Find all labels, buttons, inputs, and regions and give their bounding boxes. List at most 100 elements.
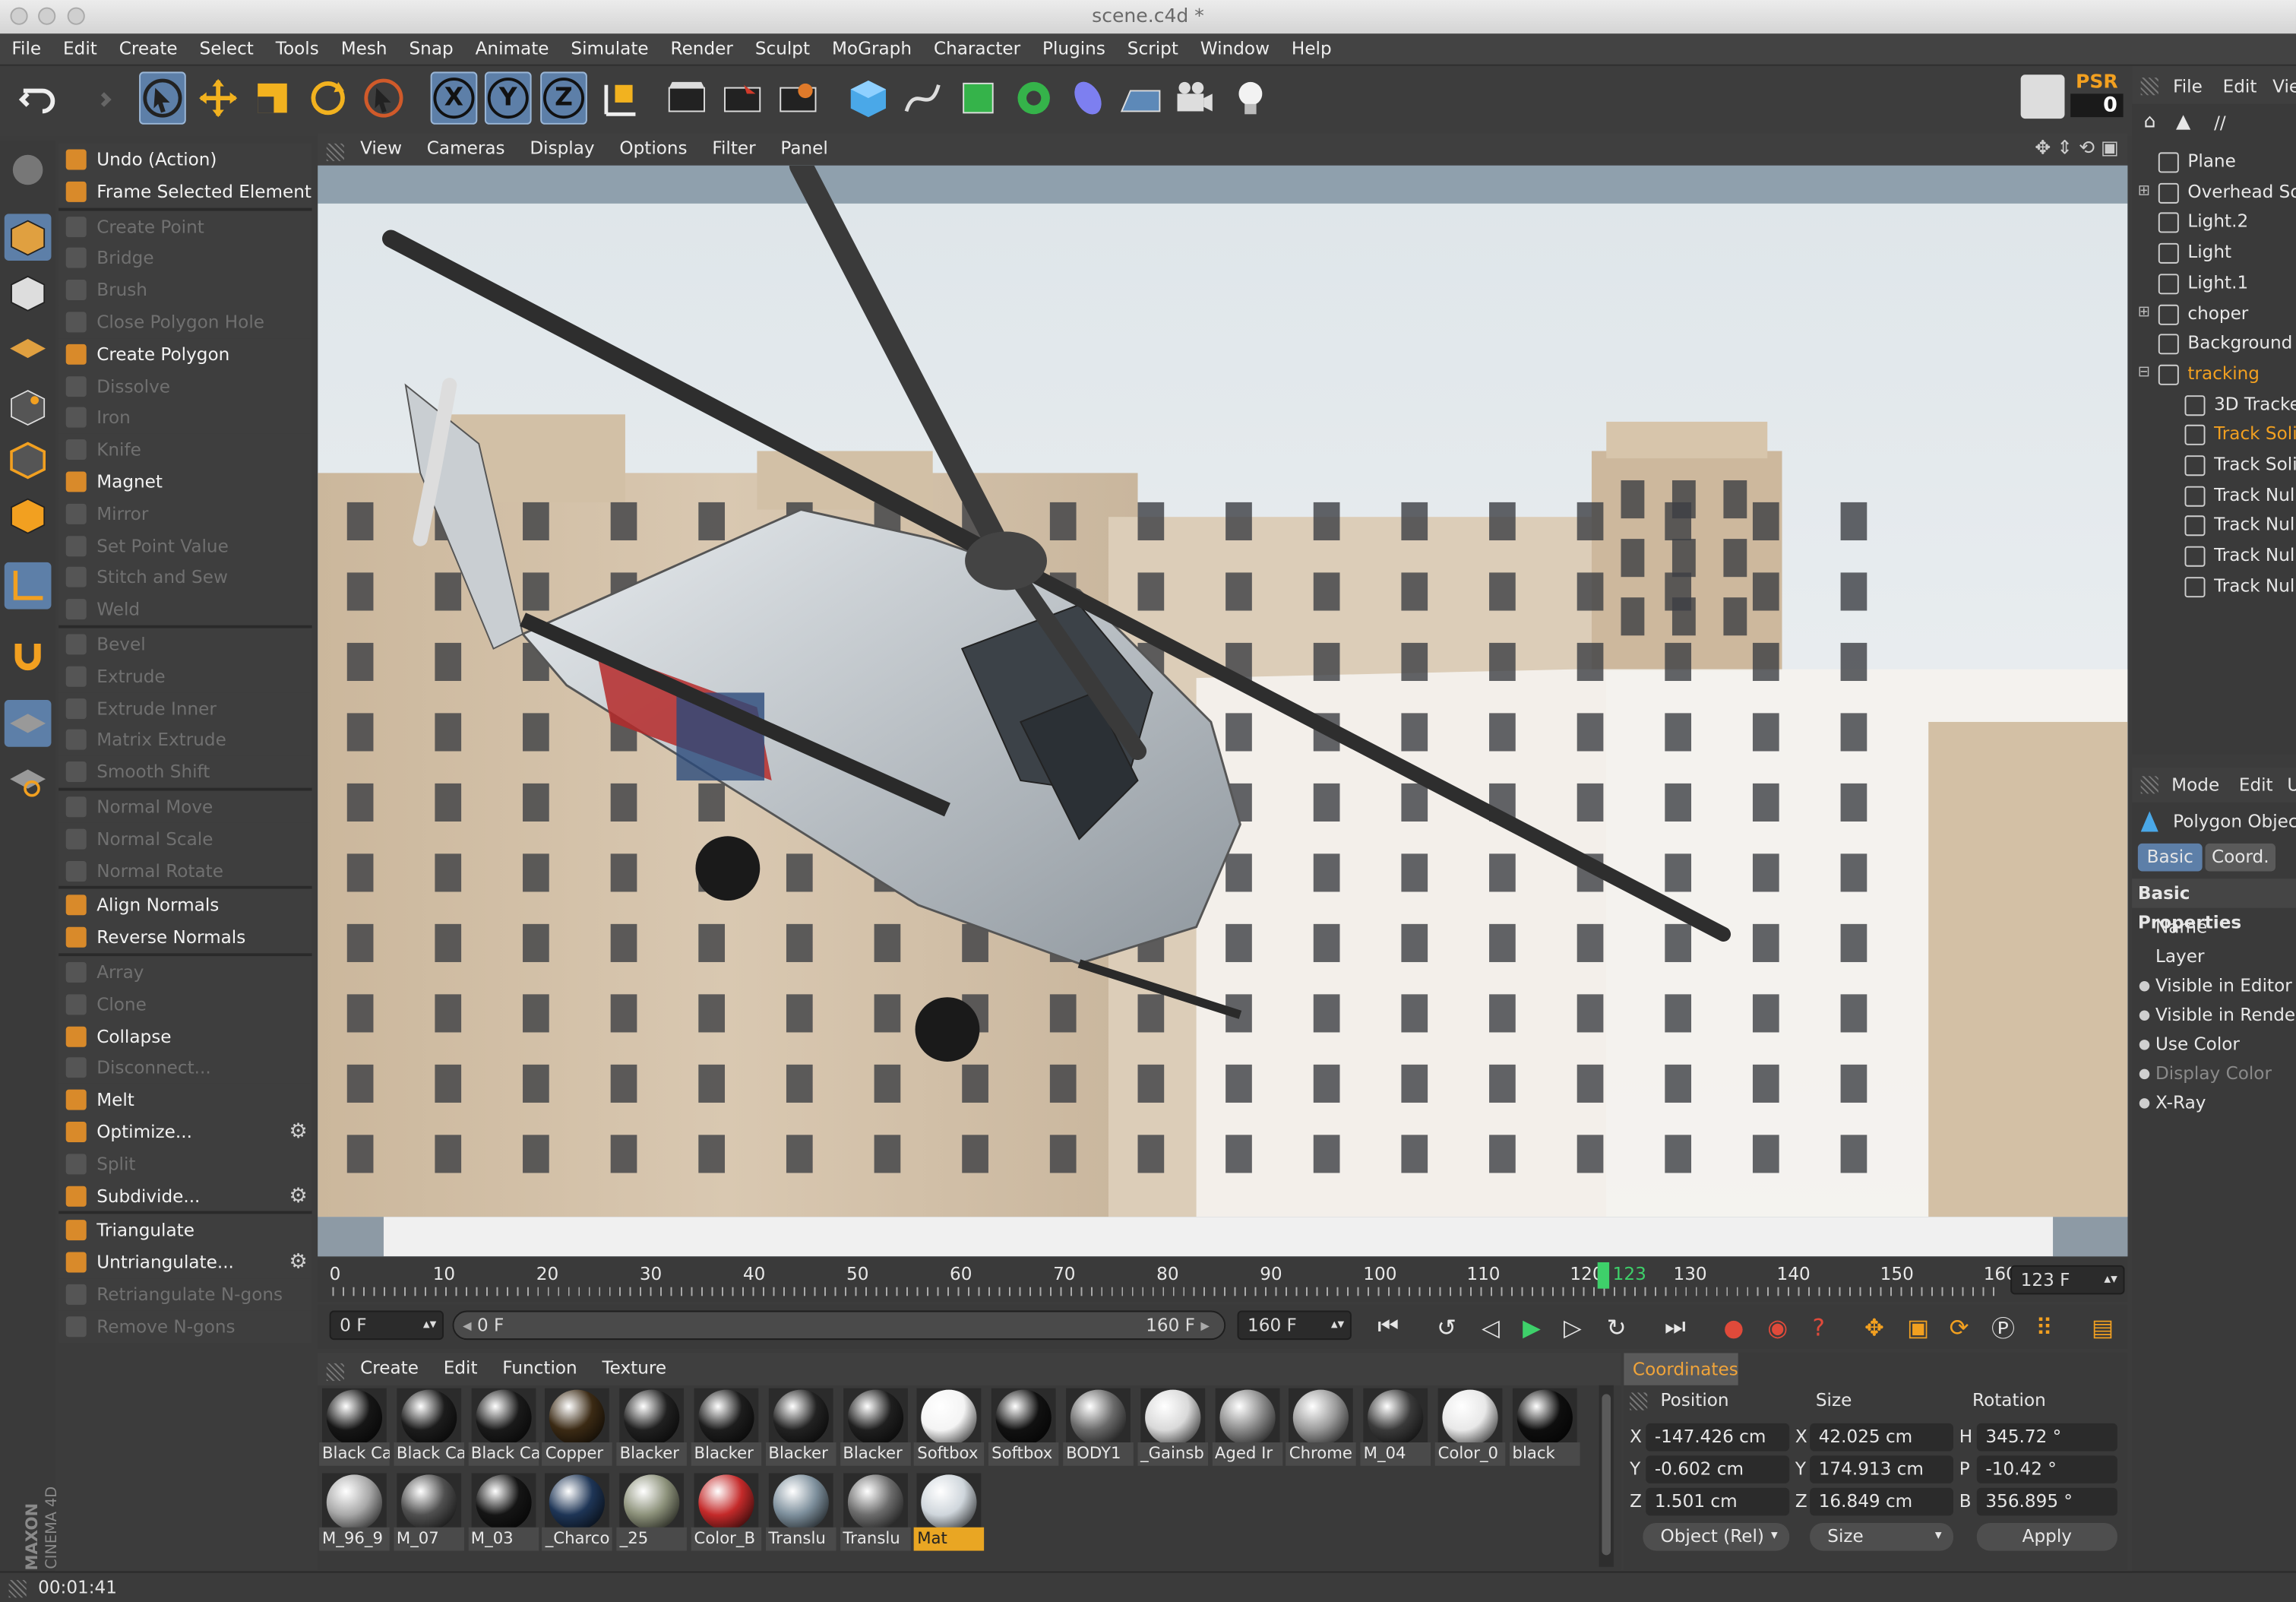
object-row[interactable]: Plane [2138,147,2296,176]
path-field[interactable]: // [2214,112,2226,133]
material-menu-create[interactable]: Create [347,1353,431,1378]
material-swatch[interactable]: Blacker [691,1388,762,1466]
floor-icon[interactable] [1118,71,1165,124]
object-row[interactable]: Light [2138,237,2296,267]
material-swatch[interactable]: Blacker [616,1388,688,1466]
property-radio[interactable] [2139,1069,2150,1080]
expand-icon[interactable]: ⊞ [2138,298,2150,328]
property-radio[interactable] [2139,1098,2150,1109]
keyframe-selection-icon[interactable]: ? [1800,1309,1838,1344]
material-swatch[interactable]: Softbox [988,1388,1059,1466]
redo-icon[interactable] [69,71,116,124]
menu-script[interactable]: Script [1115,33,1188,59]
material-swatch[interactable]: _Charco [542,1473,613,1551]
scheme-settings-icon[interactable]: ▤ [2084,1309,2122,1344]
material-menu-texture[interactable]: Texture [589,1353,678,1378]
object-row[interactable]: ⊞ choper [2138,298,2296,328]
gear-icon[interactable]: ⚙ [289,1246,308,1278]
menu-tools[interactable]: Tools [264,33,329,59]
position-z-field[interactable]: 1.501 cm [1646,1487,1790,1516]
rotate-icon[interactable] [305,71,352,124]
edit-render-settings-icon[interactable] [775,71,822,124]
object-row[interactable]: 3D Tracker [2138,389,2296,419]
next-frame-icon[interactable]: ▷ [1554,1309,1592,1344]
start-frame-field[interactable]: 0 F ▴▾ [329,1310,444,1341]
material-swatch[interactable]: Black Ca [394,1388,464,1466]
menu-plugins[interactable]: Plugins [1031,33,1116,59]
size-x-field[interactable]: 42.025 cm [1810,1423,1954,1452]
polygons-mode-icon[interactable] [5,492,52,539]
rotation-p-field[interactable]: -10.42 ° [1976,1455,2117,1483]
command-untriangulate[interactable]: Untriangulate... ⚙ [59,1246,312,1279]
am-menu-user[interactable]: U [2287,774,2296,795]
move-icon[interactable] [194,71,242,124]
live-selection-icon[interactable] [139,71,186,125]
menu-render[interactable]: Render [659,33,743,59]
am-menu-mode[interactable]: Mode [2171,774,2219,795]
command-collapse[interactable]: Collapse [59,1020,312,1053]
menu-simulate[interactable]: Simulate [559,33,659,59]
up-arrow-icon[interactable]: ▲ [2176,111,2190,133]
lock-y-icon[interactable]: Y [484,71,532,125]
collapse-icon[interactable]: ⊟ [2138,359,2150,388]
material-swatch[interactable]: _25 [616,1473,688,1551]
object-row[interactable]: Light.1 [2138,268,2296,297]
3d-viewport[interactable] [318,165,2128,1257]
material-scrollbar[interactable] [1599,1385,1614,1567]
material-menu-function[interactable]: Function [489,1353,589,1378]
gear-icon[interactable]: ⚙ [289,1116,308,1148]
material-swatch[interactable]: Softbox [914,1388,985,1466]
timeline-ruler[interactable]: 0 10 20 30 40 50 60 70 80 90 100 110 120 123 130 140 150… [318,1258,2128,1302]
rotation-h-field[interactable]: 345.72 ° [1976,1423,2117,1452]
object-row[interactable]: Track Null 1 [2138,571,2296,600]
material-swatch[interactable]: Black Ca [467,1388,539,1466]
command-optimize[interactable]: Optimize... ⚙ [59,1116,312,1148]
material-swatch[interactable]: M_04 [1360,1388,1431,1466]
viewport-menu-display[interactable]: Display [517,133,606,158]
material-swatch[interactable]: M_07 [394,1473,464,1551]
object-row[interactable]: ⊟ tracking [2138,359,2296,388]
viewport-menu-filter[interactable]: Filter [699,133,767,158]
menu-snap[interactable]: Snap [397,33,463,59]
next-key-icon[interactable]: ↻ [1598,1309,1636,1344]
material-swatch[interactable]: _Gainsb [1137,1388,1208,1466]
viewport-menu-panel[interactable]: Panel [767,133,840,158]
material-swatch[interactable]: Blacker [840,1388,910,1466]
record-scale-icon[interactable]: ▣ [1899,1309,1937,1344]
menu-animate[interactable]: Animate [463,33,559,59]
om-menu-edit[interactable]: Edit [2223,76,2257,97]
snap-icon[interactable] [5,632,52,679]
render-region-icon[interactable] [2020,74,2065,119]
object-row[interactable]: ⊞ Overhead Sof [2138,177,2296,207]
make-editable-icon[interactable] [5,147,52,194]
pen-spline-icon[interactable] [899,71,946,124]
record-active-objects-icon[interactable]: ● [1715,1309,1753,1344]
menu-character[interactable]: Character [922,33,1031,59]
material-menu-edit[interactable]: Edit [430,1353,489,1378]
object-row[interactable]: Track Null 1 [2138,540,2296,570]
command-undo-action[interactable]: Undo (Action) [59,143,312,176]
viewport-menu-view[interactable]: View [347,133,414,158]
play-icon[interactable]: ▶ [1513,1309,1551,1344]
lock-z-icon[interactable]: Z [540,71,587,125]
autokeying-icon[interactable]: ◉ [1759,1309,1797,1344]
command-magnet[interactable]: Magnet [59,465,312,499]
array-icon[interactable] [1010,71,1058,124]
property-radio[interactable] [2139,981,2150,992]
object-row[interactable]: Track Solid [2138,450,2296,480]
size-y-field[interactable]: 174.913 cm [1810,1455,1954,1483]
coordinates-tab[interactable]: Coordinates [1624,1353,1738,1385]
property-radio[interactable] [2139,1040,2150,1050]
menu-select[interactable]: Select [188,33,264,59]
object-row[interactable]: Track Null 1 [2138,510,2296,540]
command-triangulate[interactable]: Triangulate [59,1214,312,1247]
menu-create[interactable]: Create [107,33,188,59]
planar-workplane-icon[interactable] [5,755,52,803]
object-row[interactable]: Background [2138,328,2296,358]
viewport-menu-options[interactable]: Options [606,133,699,158]
material-swatch[interactable]: Translu [765,1473,836,1551]
material-swatch[interactable]: BODY1 [1063,1388,1134,1466]
position-y-field[interactable]: -0.602 cm [1646,1455,1790,1483]
menu-window[interactable]: Window [1188,33,1279,59]
subdivision-icon[interactable] [955,71,1002,124]
